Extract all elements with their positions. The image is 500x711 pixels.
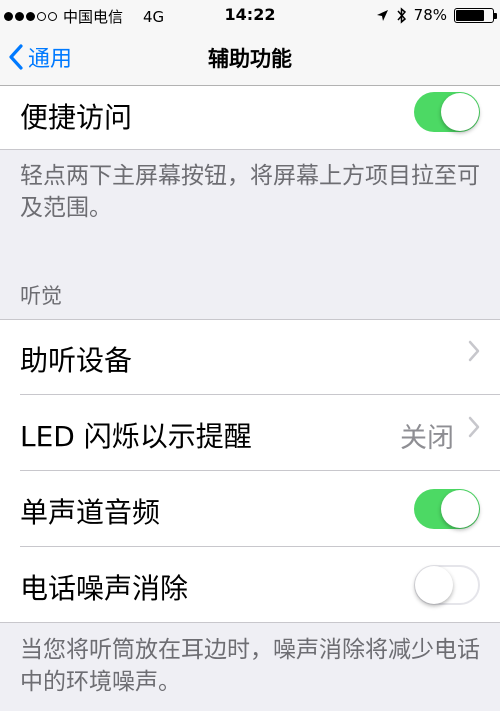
section-header-hearing: 听觉 [20,284,62,308]
battery-fill [456,9,485,21]
toggle-knob [441,490,479,528]
noise-cancellation-footer: 当您将听筒放在耳边时，噪声消除将减少电话中的环境噪声。 [20,637,480,695]
status-bar: 中国电信 4G 14:22 78% [0,0,500,30]
led-flash-label: LED 闪烁以示提醒 [20,420,252,453]
reachability-toggle[interactable] [414,92,480,132]
bluetooth-icon [397,6,406,24]
status-right: 78% [376,6,497,24]
chevron-right-icon [468,415,480,445]
chevron-right-icon [468,339,480,369]
led-flash-value: 关闭 [400,423,454,454]
toggle-knob [415,566,453,604]
location-arrow-icon [376,9,388,21]
led-flash-row[interactable]: LED 闪烁以示提醒 关闭 [0,395,500,471]
reachability-label: 便捷访问 [20,101,133,134]
noise-cancellation-row: 电话噪声消除 [0,547,500,623]
hearing-devices-row[interactable]: 助听设备 [0,319,500,395]
page-title: 辅助功能 [208,47,292,71]
battery-percent: 78% [413,6,447,24]
mono-audio-row: 单声道音频 [0,471,500,547]
mono-audio-label: 单声道音频 [20,496,161,529]
noise-cancellation-label: 电话噪声消除 [20,572,189,605]
battery-icon [454,7,497,23]
reachability-footer: 轻点两下主屏幕按钮，将屏幕上方项目拉至可及范围。 [20,163,480,221]
navigation-bar: 通用 辅助功能 [0,30,500,86]
mono-audio-toggle[interactable] [414,489,480,529]
noise-cancellation-toggle[interactable] [414,565,480,605]
reachability-row: 便捷访问 [0,86,500,150]
toggle-knob [441,93,479,131]
hearing-devices-label: 助听设备 [20,344,133,377]
